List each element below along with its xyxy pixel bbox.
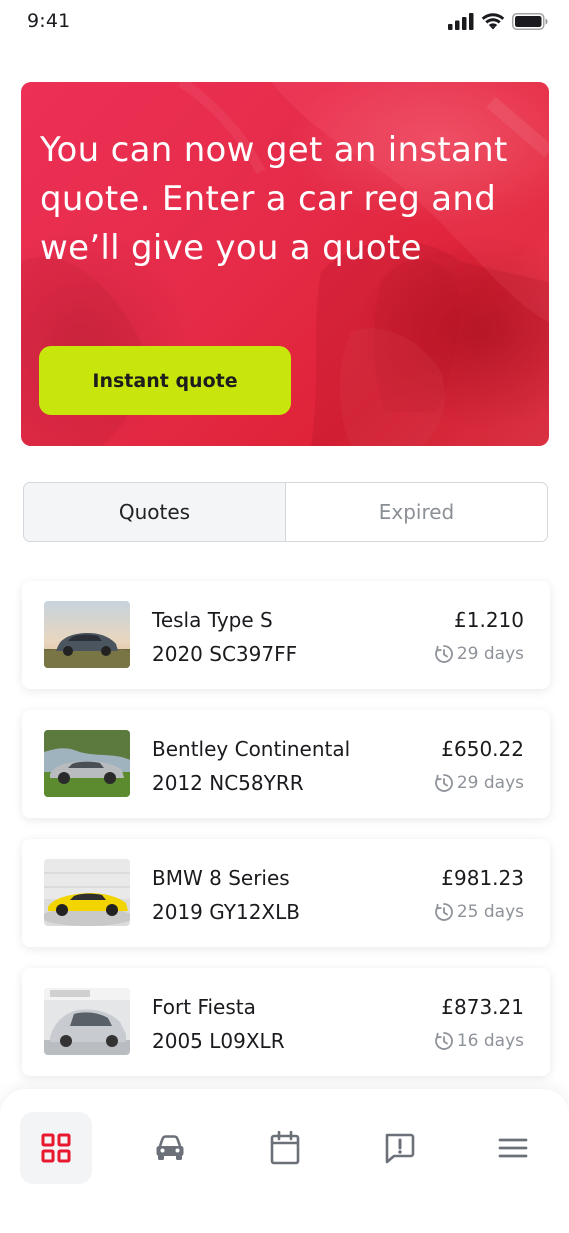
car-icon — [156, 1135, 184, 1160]
quote-card[interactable]: BMW 8 Series 2019 GY12XLB £981.23 25 day… — [22, 839, 550, 947]
expiry-days: 29 days — [456, 644, 524, 664]
nav-menu[interactable] — [477, 1112, 549, 1184]
expiry-days: 16 days — [456, 1031, 524, 1051]
quote-expiry: 25 days — [434, 902, 524, 922]
car-name: Fort Fiesta — [152, 995, 256, 1019]
status-bar: 9:41 — [0, 0, 569, 46]
bottom-nav — [0, 1089, 569, 1233]
clock-timer-icon — [434, 1032, 453, 1050]
instant-quote-button[interactable]: Instant quote — [39, 346, 291, 415]
quote-price: £1.210 — [454, 608, 524, 632]
clock-timer-icon — [434, 645, 453, 663]
car-name: Bentley Continental — [152, 737, 351, 761]
quote-card[interactable]: Tesla Type S 2020 SC397FF £1.210 29 days — [22, 581, 550, 689]
car-thumbnail — [44, 730, 130, 797]
quote-price: £650.22 — [441, 737, 524, 761]
nav-calendar[interactable] — [249, 1112, 321, 1184]
expiry-days: 29 days — [456, 773, 524, 793]
status-icons — [448, 13, 548, 30]
expiry-days: 25 days — [456, 902, 524, 922]
car-registration: 2005 L09XLR — [152, 1029, 285, 1053]
tab-expired[interactable]: Expired — [286, 483, 547, 541]
clock-timer-icon — [434, 774, 453, 792]
calendar-icon — [270, 1131, 300, 1165]
quote-expiry: 29 days — [434, 644, 524, 664]
car-name: Tesla Type S — [152, 608, 273, 632]
car-thumbnail — [44, 859, 130, 926]
clock-timer-icon — [434, 903, 453, 921]
dashboard-icon — [41, 1133, 71, 1163]
nav-messages[interactable] — [363, 1112, 435, 1184]
car-registration: 2012 NC58YRR — [152, 771, 304, 795]
status-time: 9:41 — [27, 10, 71, 32]
nav-cars[interactable] — [134, 1112, 206, 1184]
tab-quotes[interactable]: Quotes — [24, 483, 286, 541]
car-thumbnail — [44, 988, 130, 1055]
report-message-icon — [385, 1133, 415, 1164]
banner-message: You can now get an instant quote. Enter … — [40, 130, 508, 268]
quote-expiry: 16 days — [434, 1031, 524, 1051]
car-registration: 2020 SC397FF — [152, 642, 298, 666]
car-thumbnail — [44, 601, 130, 668]
signal-icon — [448, 13, 474, 30]
car-name: BMW 8 Series — [152, 866, 290, 890]
quote-expiry: 29 days — [434, 773, 524, 793]
quote-card[interactable]: Bentley Continental 2012 NC58YRR £650.22… — [22, 710, 550, 818]
quote-price: £873.21 — [441, 995, 524, 1019]
battery-icon — [512, 13, 548, 30]
menu-icon — [498, 1138, 528, 1158]
quote-tabs: Quotes Expired — [23, 482, 548, 542]
nav-dashboard[interactable] — [20, 1112, 92, 1184]
wifi-icon — [481, 13, 505, 30]
car-registration: 2019 GY12XLB — [152, 900, 300, 924]
quote-price: £981.23 — [441, 866, 524, 890]
instant-quote-banner: You can now get an instant quote. Enter … — [21, 82, 549, 446]
quote-card[interactable]: Fort Fiesta 2005 L09XLR £873.21 16 days — [22, 968, 550, 1076]
